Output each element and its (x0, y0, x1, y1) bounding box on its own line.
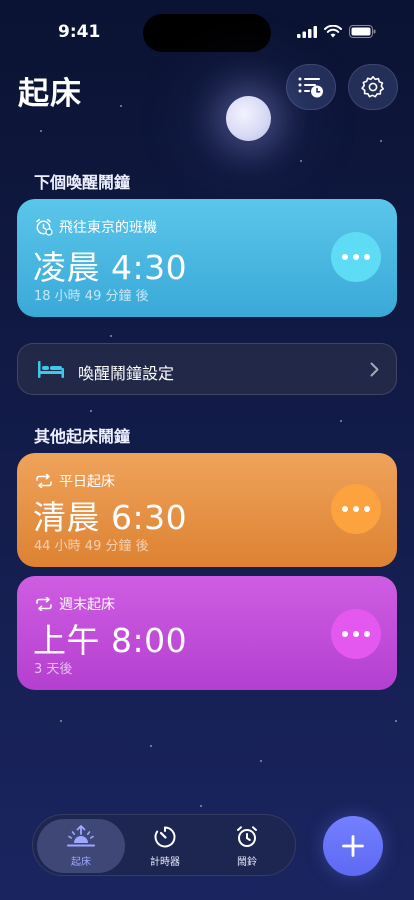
repeat-icon (36, 597, 52, 611)
alarm-time: 上午 8:00 (33, 621, 188, 660)
tab-wake[interactable]: 起床 (37, 819, 125, 873)
gear-icon (361, 76, 384, 98)
status-bar: 9:41 (0, 0, 414, 56)
tab-timer[interactable]: 計時器 (121, 819, 209, 873)
status-icons (297, 25, 376, 38)
wake-alarm-settings-row[interactable]: 喚醒鬧鐘設定 (17, 343, 397, 395)
alarm-label-row: 平日起床 (35, 471, 115, 491)
plus-icon (342, 835, 364, 857)
settings-row-label: 喚醒鬧鐘設定 (78, 364, 175, 383)
alarm-card-weekday[interactable]: 平日起床 清晨 6:30 44 小時 49 分鐘 後 (17, 453, 397, 567)
sunrise-icon (67, 824, 95, 846)
tab-alarm[interactable]: 鬧鈴 (203, 819, 291, 873)
battery-icon (349, 25, 376, 38)
more-dots-icon (342, 506, 348, 512)
cellular-signal-icon (297, 25, 317, 38)
status-time: 9:41 (58, 22, 101, 42)
page-title: 起床 (18, 76, 82, 112)
tab-label: 計時器 (150, 856, 180, 868)
section-title-next: 下個喚醒鬧鐘 (34, 173, 131, 192)
more-dots-icon (342, 254, 348, 260)
alarm-countdown: 18 小時 49 分鐘 後 (34, 289, 149, 304)
alarm-clock-icon (36, 218, 53, 236)
wifi-icon (324, 25, 342, 38)
alarm-label-row: 飛往東京的班機 (35, 217, 157, 237)
alarm-label: 週末起床 (59, 597, 115, 613)
alarm-time: 凌晨 4:30 (33, 248, 188, 287)
more-options-button[interactable] (331, 609, 381, 659)
alarm-clock-icon (237, 825, 257, 847)
alarm-label: 飛往東京的班機 (59, 220, 157, 236)
more-dots-icon (342, 631, 348, 637)
timer-icon (154, 826, 176, 847)
more-options-button[interactable] (331, 232, 381, 282)
bed-icon (38, 361, 64, 378)
add-alarm-button[interactable] (323, 816, 383, 876)
alarm-label: 平日起床 (59, 474, 115, 490)
moon-illustration (226, 96, 271, 141)
settings-button[interactable] (348, 64, 398, 110)
list-clock-icon (298, 77, 323, 98)
dynamic-island (143, 14, 271, 52)
tab-label: 起床 (71, 856, 91, 868)
alarm-list-button[interactable] (286, 64, 336, 110)
more-options-button[interactable] (331, 484, 381, 534)
chevron-right-icon (370, 362, 379, 377)
alarm-card-weekend[interactable]: 週末起床 上午 8:00 3 天後 (17, 576, 397, 690)
tab-label: 鬧鈴 (237, 856, 257, 868)
repeat-icon (36, 474, 52, 488)
section-title-other: 其他起床鬧鐘 (34, 427, 131, 446)
tab-bar: 起床 計時器 鬧鈴 (32, 814, 296, 876)
alarm-time: 清晨 6:30 (33, 498, 188, 537)
alarm-label-row: 週末起床 (35, 594, 115, 614)
alarm-countdown: 3 天後 (34, 662, 73, 677)
next-alarm-card[interactable]: 飛往東京的班機 凌晨 4:30 18 小時 49 分鐘 後 (17, 199, 397, 317)
alarm-countdown: 44 小時 49 分鐘 後 (34, 539, 149, 554)
